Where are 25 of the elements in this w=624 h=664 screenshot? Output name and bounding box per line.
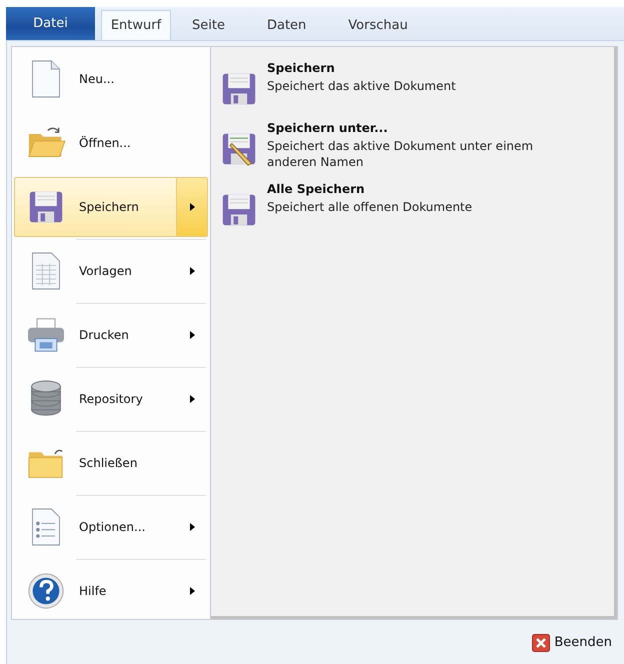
ribbon-tab[interactable]: Entwurf xyxy=(101,10,171,40)
ribbon-tab[interactable]: Seite xyxy=(171,10,246,40)
submenu-item-title: Speichern xyxy=(267,61,336,75)
menu-item[interactable]: Optionen... xyxy=(14,497,208,557)
menu-item[interactable]: Vorlagen xyxy=(14,241,208,301)
ribbon-tab[interactable]: Vorschau xyxy=(327,10,429,40)
submenu-item[interactable]: Alle Speichern Speichert alle offenen Dokumente xyxy=(211,176,617,236)
exit-button[interactable]: Beenden xyxy=(530,632,614,654)
submenu-item[interactable]: Speichern unter... Speichert das aktive Dokument unter einem anderen Namen xyxy=(211,115,617,176)
menu-item[interactable]: Öffnen... xyxy=(14,113,208,173)
menu-item[interactable]: Drucken xyxy=(14,305,208,365)
menu-item[interactable]: Schließen xyxy=(14,433,208,493)
menu-item[interactable]: Speichern xyxy=(14,177,208,237)
menu-item[interactable]: Repository xyxy=(14,369,208,429)
submenu-item-description: Speichert alle offenen Dokumente xyxy=(267,199,472,215)
menu-item[interactable]: Hilfe xyxy=(14,561,208,621)
file-menu-button[interactable]: Datei xyxy=(6,7,95,40)
submenu-item-title: Alle Speichern xyxy=(267,182,366,196)
submenu-item-description: Speichert das aktive Dokument xyxy=(267,78,456,94)
menu-item[interactable]: Neu... xyxy=(14,49,208,109)
submenu-item[interactable]: Speichern Speichert das aktive Dokument xyxy=(211,55,617,115)
submenu-item-description: Speichert das aktive Dokument unter einem anderen Namen xyxy=(267,138,534,170)
ribbon-tab[interactable]: Daten xyxy=(246,10,328,40)
close-icon xyxy=(532,634,550,652)
submenu-item-title: Speichern unter... xyxy=(267,121,389,135)
